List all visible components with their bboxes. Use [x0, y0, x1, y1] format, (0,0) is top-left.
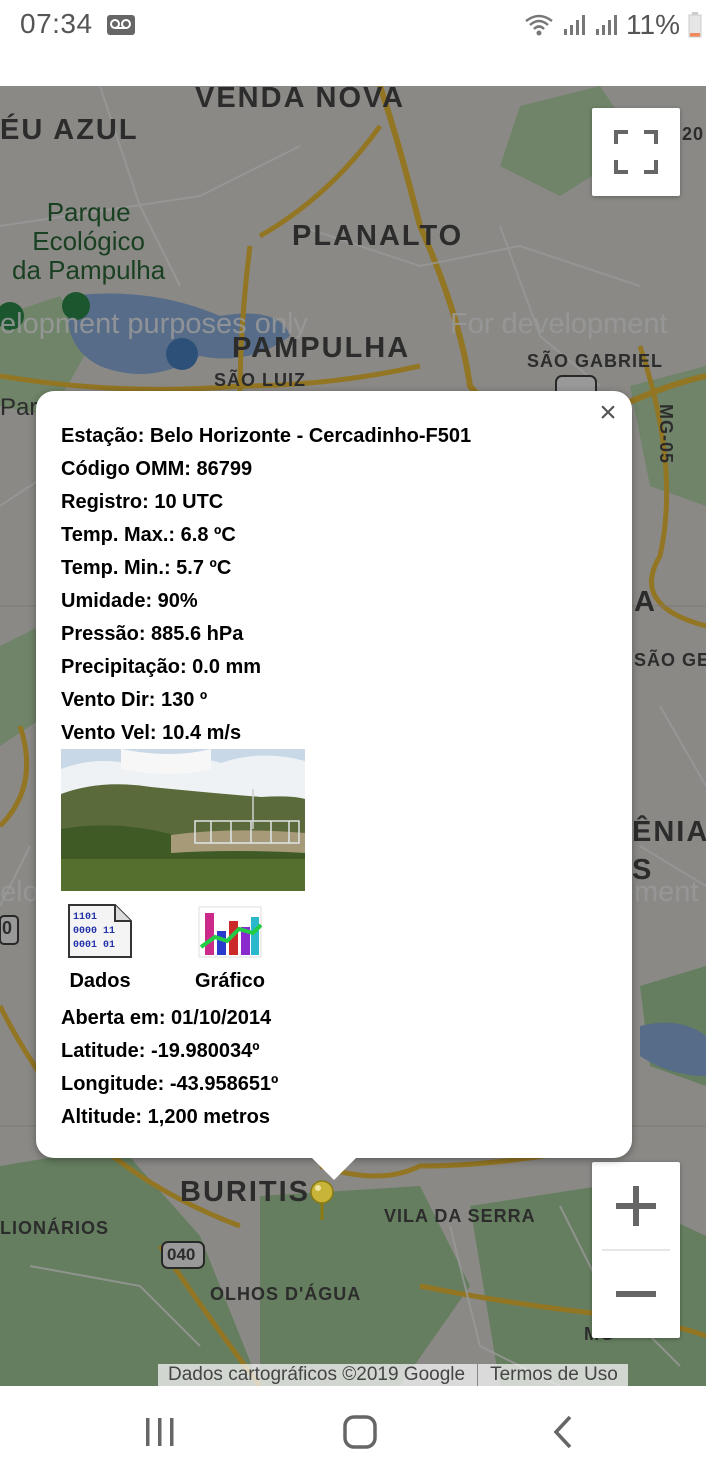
status-time: 07:34 — [20, 8, 93, 39]
opened-date: Aberta em: 01/10/2014 — [61, 1007, 272, 1029]
station-name: Estação: Belo Horizonte - Cercadinho-F50… — [61, 425, 472, 447]
station-photo — [61, 749, 305, 891]
close-icon[interactable]: × — [592, 397, 624, 429]
record-time: Registro: 10 UTC — [61, 491, 224, 513]
longitude: Longitude: -43.958651º — [61, 1073, 279, 1095]
station-location-details: Aberta em: 01/10/2014 Latitude: -19.9800… — [61, 1003, 278, 1135]
battery-percent: 11% — [626, 9, 680, 40]
system-nav-bar — [0, 1386, 720, 1480]
plus-icon — [616, 1186, 656, 1226]
recent-apps-icon[interactable] — [140, 1414, 180, 1450]
battery-icon — [688, 12, 702, 38]
wifi-icon — [525, 14, 553, 36]
pressure: Pressão: 885.6 hPa — [61, 623, 244, 645]
fullscreen-button[interactable] — [592, 108, 680, 196]
status-bar: 07:34 11% — [0, 0, 720, 50]
precipitation: Precipitação: 0.0 mm — [61, 656, 262, 678]
terms-link[interactable]: Termos de Uso — [490, 1364, 618, 1386]
popup-pointer — [310, 1156, 358, 1180]
wind-speed: Vento Vel: 10.4 m/s — [61, 722, 242, 744]
humidity: Umidade: 90% — [61, 590, 198, 612]
page-header-strip — [0, 50, 720, 86]
signal-icon — [596, 15, 618, 35]
chart-label: Gráfico — [194, 970, 266, 992]
temp-min: Temp. Min.: 5.7 ºC — [61, 557, 232, 579]
fullscreen-icon — [614, 130, 658, 174]
station-details: Estação: Belo Horizonte - Cercadinho-F50… — [61, 421, 471, 751]
back-icon[interactable] — [544, 1414, 584, 1450]
zoom-controls — [592, 1162, 680, 1338]
map-attribution: Dados cartográficos ©2019 Google Termos … — [158, 1364, 628, 1386]
svg-text:0001 01: 0001 01 — [73, 940, 115, 951]
station-info-popup: × Estação: Belo Horizonte - Cercadinho-F… — [36, 391, 632, 1158]
chart-link[interactable]: Gráfico — [180, 903, 280, 993]
svg-text:1101: 1101 — [73, 912, 97, 923]
home-icon[interactable] — [340, 1414, 380, 1450]
altitude: Altitude: 1,200 metros — [61, 1106, 270, 1128]
binary-file-icon: 1101 0000 11 0001 01 — [68, 904, 132, 958]
temp-max: Temp. Max.: 6.8 ºC — [61, 524, 236, 546]
data-download-link[interactable]: 1101 0000 11 0001 01 Dados — [50, 903, 150, 993]
minus-icon — [616, 1291, 656, 1297]
zoom-in-button[interactable] — [592, 1162, 680, 1250]
bar-chart-icon — [198, 906, 263, 958]
omm-code: Código OMM: 86799 — [61, 458, 253, 480]
svg-text:0000 11: 0000 11 — [73, 926, 115, 937]
signal-icon — [564, 15, 586, 35]
wind-direction: Vento Dir: 130 º — [61, 689, 208, 711]
map-data-credit: Dados cartográficos ©2019 Google — [168, 1364, 466, 1385]
data-download-label: Dados — [69, 970, 131, 992]
map-pin-icon[interactable] — [310, 1180, 334, 1220]
zoom-out-button[interactable] — [592, 1250, 680, 1338]
voicemail-icon — [107, 15, 135, 35]
latitude: Latitude: -19.980034º — [61, 1040, 260, 1062]
